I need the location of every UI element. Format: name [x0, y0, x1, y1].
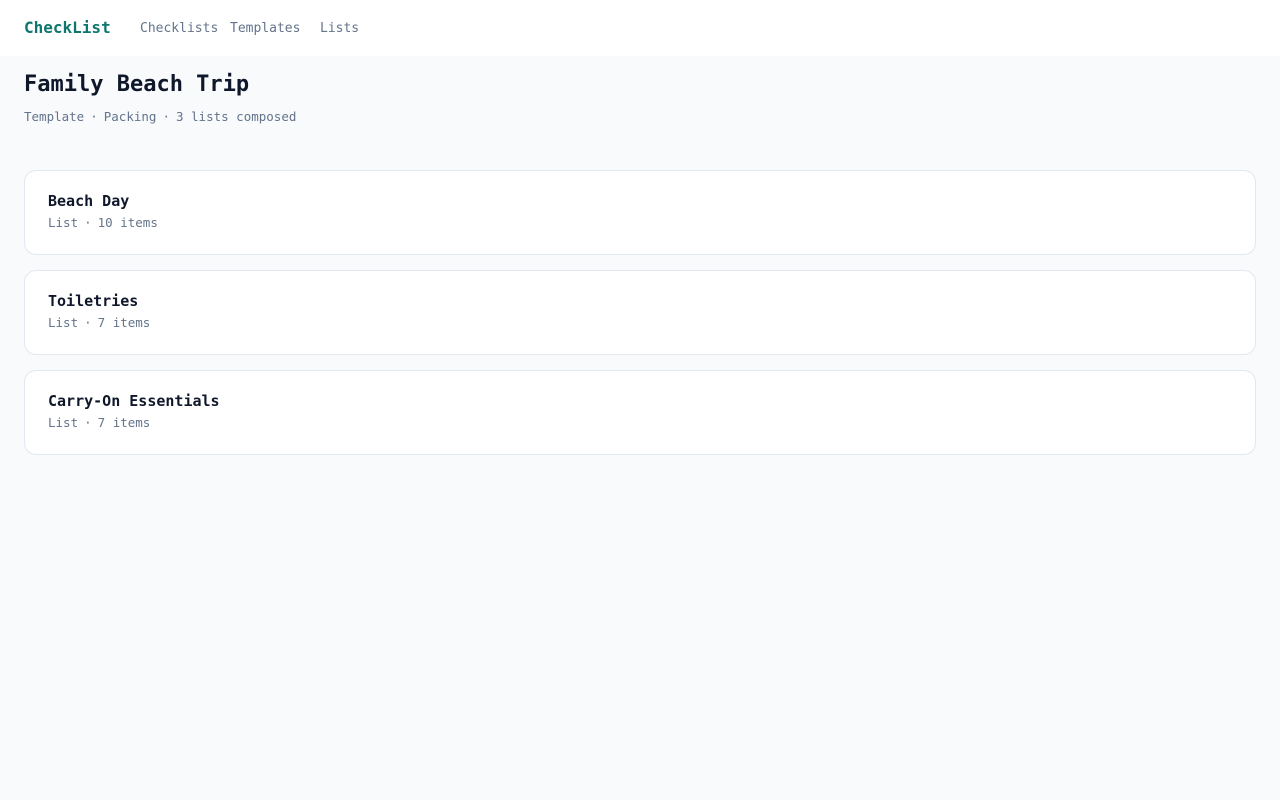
- page-meta: Template · Packing · 3 lists composed: [24, 108, 296, 126]
- list-card-type: List: [48, 215, 79, 230]
- list-card-beach-day[interactable]: Beach Day List · 10 items: [24, 170, 1256, 255]
- meta-separator: ·: [162, 109, 170, 124]
- top-navbar: CheckList Checklists Templates Lists: [0, 0, 1280, 56]
- lists-composed-count: 3 lists composed: [175, 109, 297, 124]
- list-card-meta: List · 7 items: [48, 314, 1232, 332]
- list-card-item-count: 7 items: [97, 315, 151, 330]
- nav-link-checklists[interactable]: Checklists: [140, 20, 218, 38]
- list-card-toiletries[interactable]: Toiletries List · 7 items: [24, 270, 1256, 355]
- list-card-title: Beach Day: [48, 192, 130, 210]
- list-card-title: Toiletries: [48, 292, 139, 310]
- page-title: Family Beach Trip: [24, 72, 250, 97]
- composed-lists: Beach Day List · 10 items Toiletries List ·…: [24, 170, 1256, 470]
- meta-separator: ·: [90, 109, 98, 124]
- nav-link-lists[interactable]: Lists: [320, 20, 359, 38]
- list-card-type: List: [48, 415, 79, 430]
- list-card-item-count: 7 items: [97, 415, 151, 430]
- template-category-label: Packing: [103, 109, 157, 124]
- page-header: Family Beach Trip Template · Packing · 3 lis…: [24, 70, 296, 126]
- list-card-title: Carry-On Essentials: [48, 392, 220, 410]
- list-card-meta: List · 7 items: [48, 414, 1232, 432]
- nav-link-templates[interactable]: Templates: [230, 20, 300, 38]
- list-card-type: List: [48, 315, 79, 330]
- meta-separator: ·: [84, 215, 92, 230]
- brand-logo-link[interactable]: CheckList: [24, 17, 111, 39]
- meta-separator: ·: [84, 415, 92, 430]
- template-kind-label: Template: [24, 109, 85, 124]
- list-card-meta: List · 10 items: [48, 214, 1232, 232]
- list-card-item-count: 10 items: [97, 215, 158, 230]
- meta-separator: ·: [84, 315, 92, 330]
- list-card-carry-on-essentials[interactable]: Carry-On Essentials List · 7 items: [24, 370, 1256, 455]
